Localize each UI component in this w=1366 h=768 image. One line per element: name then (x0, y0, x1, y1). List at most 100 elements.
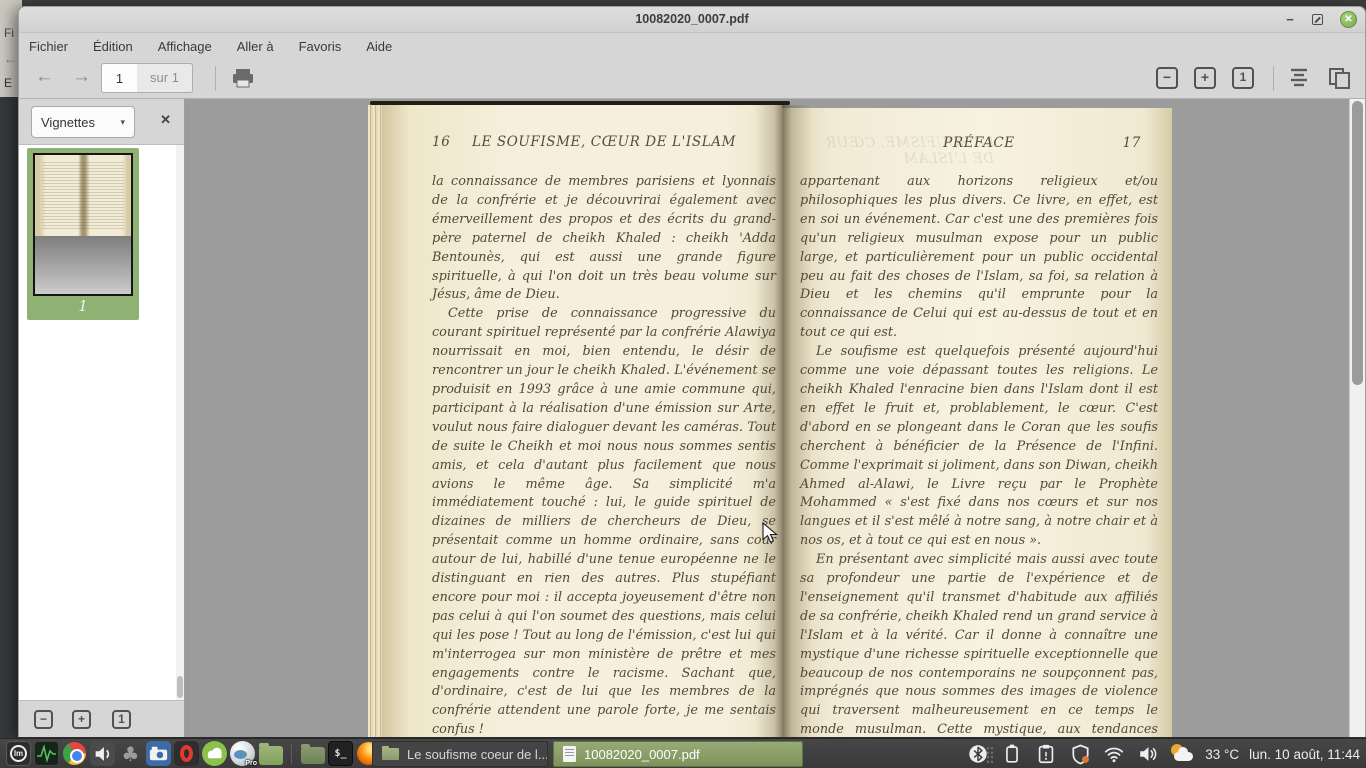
menu-aller-a[interactable]: Aller à (237, 39, 274, 54)
clipboard-tray-icon[interactable] (1034, 742, 1058, 766)
paragraph: En présentant avec simplicité mais aussi… (800, 552, 1158, 737)
background-window-menu-fragment: Fi (4, 26, 14, 40)
sidebar-mode-dropdown[interactable]: Vignettes ▾ (31, 106, 135, 138)
folder-icon (382, 746, 399, 760)
menu-favoris[interactable]: Favoris (299, 39, 342, 54)
arrow-cursor-icon (762, 521, 778, 544)
earth-pro-badge: Pro (245, 760, 257, 767)
book-page-stack-edge (368, 105, 382, 737)
right-page-number: 17 (1122, 135, 1141, 151)
thumbnail-book-spread (35, 155, 131, 236)
thumbnail-zoom-original-button[interactable]: 1 (112, 710, 131, 729)
paragraph: appartenant aux horizons religieux et/ou… (800, 174, 1158, 341)
toolbar-separator (1273, 66, 1274, 91)
sidebar-close-button[interactable]: ✕ (160, 112, 171, 128)
taskbar-window-file-manager[interactable]: Le soufisme coeur de l... (372, 741, 548, 767)
club-app-launcher[interactable]: ♣ (118, 741, 143, 766)
restore-button[interactable] (1312, 14, 1323, 25)
menu-affichage[interactable]: Affichage (158, 39, 212, 54)
close-button[interactable]: ✕ (1340, 11, 1357, 28)
titlebar[interactable]: 10082020_0007.pdf − ✕ (19, 7, 1365, 33)
mint-menu-button[interactable]: lm (6, 741, 31, 766)
dual-page-icon (1329, 68, 1350, 89)
mint-logo-icon: lm (10, 745, 27, 762)
printer-icon (233, 69, 253, 88)
page-thumbnail[interactable]: 1 (27, 148, 139, 320)
document-scrollbar-thumb[interactable] (1352, 101, 1363, 385)
temperature-label[interactable]: 33 °C (1205, 747, 1239, 762)
terminal-launcher[interactable]: $_ (328, 741, 353, 766)
menu-aide[interactable]: Aide (366, 39, 392, 54)
menubar: Fichier Édition Affichage Aller à Favori… (19, 34, 1365, 58)
thumbnail-zoom-in-button[interactable]: + (72, 710, 91, 729)
zoom-out-button[interactable]: − (1156, 67, 1178, 89)
sidebar-header: Vignettes ▾ ✕ (19, 99, 184, 145)
google-earth-icon (234, 750, 247, 759)
left-page-text: la connaissance de membres parisiens et … (432, 173, 776, 737)
system-monitor-icon (37, 744, 56, 763)
pdf-document-icon (563, 746, 576, 762)
update-shield-tray-icon[interactable] (1068, 742, 1092, 766)
chrome-launcher[interactable] (62, 741, 87, 766)
sidebar-scrollbar-thumb[interactable] (177, 676, 183, 698)
menu-fichier[interactable]: Fichier (29, 39, 68, 54)
zoom-original-button[interactable]: 1 (1232, 67, 1254, 89)
files-launcher[interactable] (258, 741, 283, 766)
volume-tray-icon[interactable] (1136, 742, 1160, 766)
next-page-button[interactable]: → (72, 66, 91, 88)
system-tray: 33 °C lun. 10 août, 11:44 (966, 739, 1360, 768)
chrome-icon (63, 742, 86, 765)
toolbar: ← → sur 1 − + 1 (19, 58, 1365, 99)
wifi-tray-icon[interactable] (1102, 742, 1126, 766)
chevron-down-icon: ▾ (120, 116, 125, 127)
zoom-in-button[interactable]: + (1194, 67, 1216, 89)
opera-launcher[interactable] (174, 741, 199, 766)
document-view[interactable]: 16 LE SOUFISME, CŒUR DE L'ISLAM LE SOUFI… (185, 99, 1365, 737)
background-window-text-fragment: E (4, 76, 13, 90)
page-total-label: sur 1 (137, 63, 193, 93)
document-scrollbar[interactable] (1349, 99, 1365, 737)
page-number-input[interactable] (101, 63, 138, 93)
folder-icon (300, 744, 325, 764)
google-earth-pro-launcher[interactable]: Pro (230, 741, 257, 767)
menu-edition[interactable]: Édition (93, 39, 133, 54)
opera-icon (180, 745, 193, 762)
thumbnails-sidebar: Vignettes ▾ ✕ 1 − + 1 (19, 99, 185, 737)
screenshot-launcher[interactable] (146, 741, 171, 766)
cloud-app-launcher[interactable] (202, 741, 227, 766)
sidebar-scrollbar[interactable] (176, 145, 184, 700)
background-window-arrow-fragment: ← (4, 52, 16, 66)
volume-launcher[interactable] (90, 741, 115, 766)
thumbnail-page-number: 1 (78, 297, 88, 315)
camera-icon (149, 746, 168, 761)
toolbar-separator (215, 66, 216, 91)
folder-launcher[interactable] (300, 741, 325, 766)
window-content: Vignettes ▾ ✕ 1 − + 1 16 LE SOUFISME, CŒ… (19, 99, 1365, 737)
previous-page-button[interactable]: ← (35, 66, 54, 88)
dual-page-button[interactable] (1327, 67, 1353, 89)
paragraph: la connaissance de membres parisiens et … (432, 174, 776, 303)
fit-width-icon (1291, 68, 1307, 87)
sidebar-mode-label: Vignettes (41, 114, 95, 130)
taskbar-window-label: 10082020_0007.pdf (584, 746, 700, 762)
print-button[interactable] (231, 67, 255, 89)
bluetooth-tray-icon[interactable] (966, 742, 990, 766)
green-folder-icon (258, 742, 283, 765)
fit-width-button[interactable] (1287, 67, 1313, 89)
taskbar: lm ♣ Pro $_ Le soufisme coeur de l... 10… (0, 738, 1366, 768)
right-page-text: appartenant aux horizons religieux et/ou… (800, 173, 1158, 737)
taskbar-window-label: Le soufisme coeur de l... (407, 746, 548, 762)
system-monitor-launcher[interactable] (34, 741, 59, 766)
battery-tray-icon[interactable] (1000, 742, 1024, 766)
weather-tray-icon[interactable] (1170, 743, 1195, 765)
paragraph: Le soufisme est quelquefois présenté auj… (800, 344, 1158, 549)
paragraph: Cette prise de connaissance progressive … (432, 306, 776, 737)
taskbar-window-list: Le soufisme coeur de l... 10082020_0007.… (372, 741, 803, 767)
minimize-button[interactable]: − (1281, 11, 1299, 29)
cloud-icon (1174, 746, 1194, 761)
thumbnail-zoom-out-button[interactable]: − (34, 710, 53, 729)
clock-label[interactable]: lun. 10 août, 11:44 (1249, 747, 1360, 762)
scanned-book-spread: 16 LE SOUFISME, CŒUR DE L'ISLAM LE SOUFI… (368, 101, 1172, 737)
taskbar-window-pdf-active[interactable]: 10082020_0007.pdf (553, 741, 803, 767)
pdf-viewer-window: 10082020_0007.pdf − ✕ Fichier Édition Af… (18, 6, 1366, 737)
